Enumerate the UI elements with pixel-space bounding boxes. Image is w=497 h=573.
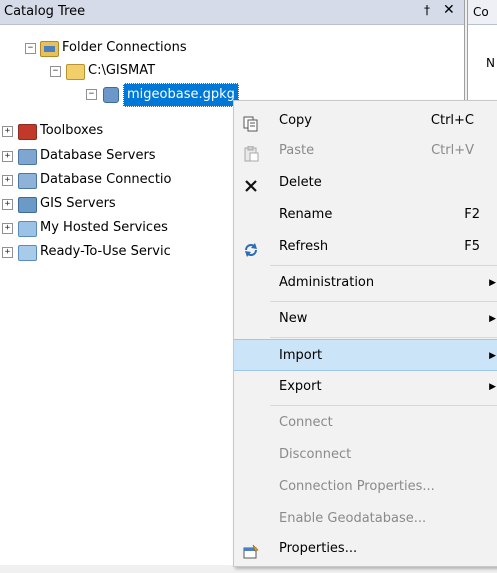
menu-separator <box>270 265 497 266</box>
menu-item-rename[interactable]: Rename F2 <box>234 199 497 231</box>
menu-item-label: Enable Geodatabase... <box>279 511 427 526</box>
menu-item-shortcut: F5 <box>464 239 480 254</box>
submenu-arrow-icon: ▶ <box>489 278 496 288</box>
expand-icon[interactable]: + <box>2 247 13 258</box>
tree-item-label: Ready-To-Use Servic <box>40 244 171 259</box>
menu-item-label: New <box>279 311 308 326</box>
right-panel-tab[interactable]: Co <box>468 0 497 25</box>
folder-icon <box>66 64 85 80</box>
tree-item-gismat[interactable]: − C:\GISMAT <box>0 60 300 82</box>
menu-item-label: Connect <box>279 415 333 430</box>
menu-item-shortcut: F2 <box>464 207 480 222</box>
menu-item-label: Connection Properties... <box>279 479 435 494</box>
menu-separator <box>270 337 497 338</box>
menu-separator <box>270 405 497 406</box>
folder-connections-icon <box>40 41 59 57</box>
pin-icon[interactable]: † <box>424 3 430 17</box>
menu-item-label: Disconnect <box>279 447 352 462</box>
database-server-icon <box>18 149 37 165</box>
menu-item-label: Delete <box>279 175 322 190</box>
menu-item-connect[interactable]: Connect <box>234 407 497 439</box>
menu-item-import[interactable]: Import ▶ <box>234 339 497 371</box>
expand-icon[interactable]: + <box>2 223 13 234</box>
menu-item-export[interactable]: Export ▶ <box>234 371 497 403</box>
menu-item-shortcut: Ctrl+V <box>431 143 474 158</box>
collapse-icon[interactable]: − <box>86 89 97 100</box>
context-menu: Copy Ctrl+C Paste Ctrl+V Delete Rename F… <box>233 100 497 567</box>
menu-item-shortcut: Ctrl+C <box>430 113 474 128</box>
panel-title: Catalog Tree <box>4 4 86 19</box>
menu-item-properties[interactable]: Properties... <box>234 533 497 565</box>
tree-item-label: C:\GISMAT <box>88 63 156 78</box>
expand-icon[interactable]: + <box>2 175 13 186</box>
database-icon <box>103 87 119 103</box>
menu-item-label: Administration <box>279 275 375 290</box>
right-panel-text: N <box>486 56 495 70</box>
collapse-icon[interactable]: − <box>50 66 61 77</box>
tree-item-folder-connections[interactable]: − Folder Connections <box>0 37 300 59</box>
refresh-icon <box>243 239 259 257</box>
menu-item-new[interactable]: New ▶ <box>234 303 497 335</box>
menu-item-connection-properties[interactable]: Connection Properties... <box>234 471 497 503</box>
expand-icon[interactable]: + <box>2 199 13 210</box>
menu-item-label: Copy <box>279 113 312 128</box>
menu-item-label: Rename <box>279 207 333 222</box>
gis-server-icon <box>18 197 37 213</box>
tree-item-label: My Hosted Services <box>40 220 168 235</box>
expand-icon[interactable]: + <box>2 151 13 162</box>
submenu-arrow-icon: ▶ <box>489 351 496 361</box>
menu-item-enable-geodatabase[interactable]: Enable Geodatabase... <box>234 503 497 535</box>
toolbox-icon <box>18 124 37 140</box>
tree-item-label: Folder Connections <box>62 40 187 55</box>
tree-item-label: GIS Servers <box>40 196 116 211</box>
submenu-arrow-icon: ▶ <box>489 314 496 324</box>
menu-separator <box>270 301 497 302</box>
ready-services-icon <box>18 245 37 261</box>
right-panel-tab-label: Co <box>473 5 489 19</box>
properties-icon <box>243 541 259 559</box>
menu-item-copy[interactable]: Copy Ctrl+C <box>234 105 497 137</box>
delete-icon <box>243 175 259 192</box>
menu-item-label: Refresh <box>279 239 329 254</box>
tree-item-label: Database Connectio <box>40 172 172 187</box>
hosted-services-icon <box>18 221 37 237</box>
close-icon[interactable]: ✕ <box>443 2 455 18</box>
tree-item-label: migeobase.gpkg <box>123 83 239 107</box>
expand-icon[interactable]: + <box>2 126 13 137</box>
collapse-icon[interactable]: − <box>25 43 36 54</box>
menu-item-label: Import <box>279 348 323 363</box>
tree-item-label: Toolboxes <box>40 123 104 138</box>
tree-item-label: Database Servers <box>40 148 156 163</box>
menu-item-refresh[interactable]: Refresh F5 <box>234 231 497 263</box>
copy-icon <box>243 113 259 132</box>
panel-titlebar: Catalog Tree † ✕ <box>0 0 464 25</box>
menu-item-label: Paste <box>279 143 315 158</box>
menu-item-disconnect[interactable]: Disconnect <box>234 439 497 471</box>
menu-item-paste[interactable]: Paste Ctrl+V <box>234 135 497 167</box>
paste-icon <box>243 143 259 162</box>
menu-item-label: Export <box>279 379 322 394</box>
menu-item-administration[interactable]: Administration ▶ <box>234 267 497 299</box>
submenu-arrow-icon: ▶ <box>489 382 496 392</box>
database-connection-icon <box>18 173 37 189</box>
menu-item-label: Properties... <box>279 541 358 556</box>
menu-item-delete[interactable]: Delete <box>234 167 497 199</box>
